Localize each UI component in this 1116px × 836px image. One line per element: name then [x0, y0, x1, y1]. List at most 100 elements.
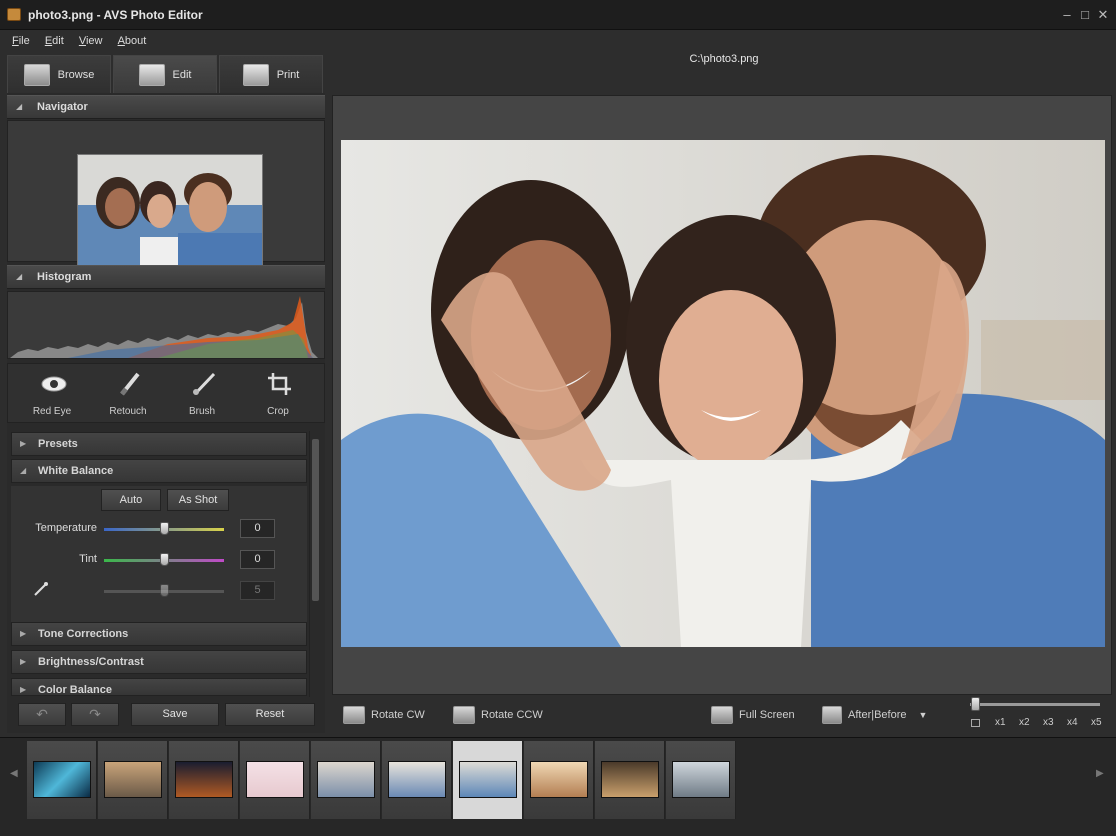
section-presets[interactable]: ▶ Presets: [11, 432, 307, 456]
section-white-balance[interactable]: ◢ White Balance: [11, 459, 307, 483]
menu-edit[interactable]: Edit: [45, 35, 64, 47]
section-color-balance[interactable]: ▶ Color Balance: [11, 678, 307, 696]
tab-browse[interactable]: Browse: [7, 55, 111, 93]
thumbnail-3[interactable]: [169, 741, 239, 819]
thumbnail-image: [104, 761, 162, 798]
picker-slider-handle: [160, 584, 169, 597]
tab-print-label: Print: [276, 68, 300, 81]
expand-triangle-icon: ▶: [20, 439, 27, 448]
rotate-cw-button[interactable]: Rotate CW: [343, 703, 425, 727]
file-path: C:\photo3.png: [689, 53, 759, 65]
minimize-icon[interactable]: –: [1058, 6, 1076, 24]
auto-button[interactable]: Auto: [101, 489, 161, 511]
rotate-ccw-button[interactable]: Rotate CCW: [453, 703, 543, 727]
zoom-x2[interactable]: x2: [1019, 717, 1030, 728]
section-brightness-contrast[interactable]: ▶ Brightness/Contrast: [11, 650, 307, 674]
tool-bar: Red Eye Retouch Brush Crop: [7, 363, 325, 423]
pencil-icon: [138, 63, 165, 86]
collapse-triangle-icon: ◢: [16, 272, 23, 281]
menu-file[interactable]: File: [12, 35, 30, 47]
thumbnail-8[interactable]: [524, 741, 594, 819]
eyedropper-icon[interactable]: [33, 581, 49, 597]
menu-about[interactable]: About: [118, 35, 147, 47]
close-icon[interactable]: ✕: [1094, 6, 1112, 24]
zoom-x5[interactable]: x5: [1091, 717, 1102, 728]
full-screen-button[interactable]: Full Screen: [711, 703, 795, 727]
zoom-x4[interactable]: x4: [1067, 717, 1078, 728]
thumbnail-6[interactable]: [382, 741, 452, 819]
section-tone-corrections[interactable]: ▶ Tone Corrections: [11, 622, 307, 646]
image-viewport[interactable]: [332, 95, 1112, 695]
thumbnail-image: [459, 761, 517, 798]
expand-triangle-icon: ▶: [20, 629, 27, 638]
thumbnail-image: [601, 761, 659, 798]
eye-icon: [41, 376, 67, 392]
filmstrip: ◀ ▶: [0, 737, 1116, 836]
thumbnail-1[interactable]: [27, 741, 97, 819]
window-title: photo3.png - AVS Photo Editor: [28, 8, 203, 22]
thumbnail-5[interactable]: [311, 741, 381, 819]
thumbnail-10[interactable]: [666, 741, 736, 819]
brush-icon: [193, 372, 216, 396]
temperature-value[interactable]: 0: [240, 519, 275, 538]
thumbnail-2[interactable]: [98, 741, 168, 819]
tool-red-eye[interactable]: Red Eye: [16, 364, 88, 422]
rotate-ccw-icon: [453, 706, 475, 724]
expand-triangle-icon: ▶: [20, 685, 27, 694]
redo-icon: ↷: [89, 706, 101, 722]
tint-value[interactable]: 0: [240, 550, 275, 569]
reset-button[interactable]: Reset: [225, 703, 315, 726]
navigator-thumbnail[interactable]: [77, 154, 263, 278]
after-before-button[interactable]: After|Before ▼: [822, 703, 927, 727]
tool-crop[interactable]: Crop: [242, 364, 314, 422]
rotate-cw-icon: [343, 706, 365, 724]
thumbnail-image: [175, 761, 233, 798]
zoom-x1[interactable]: x1: [995, 717, 1006, 728]
maximize-icon[interactable]: □: [1076, 6, 1094, 24]
thumbnail-image: [388, 761, 446, 798]
filmstrip-left-arrow-icon[interactable]: ◀: [10, 768, 18, 779]
left-panel-scrollbar[interactable]: [309, 431, 320, 697]
expand-triangle-icon: ▶: [20, 657, 27, 666]
tab-edit[interactable]: Edit: [113, 55, 217, 93]
histogram-title: Histogram: [37, 271, 92, 283]
title-bar: photo3.png - AVS Photo Editor – □ ✕: [0, 0, 1116, 30]
zoom-slider-handle[interactable]: [971, 697, 980, 711]
zoom-slider[interactable]: [970, 703, 1100, 706]
as-shot-button[interactable]: As Shot: [167, 489, 229, 511]
section-white-balance-label: White Balance: [38, 465, 114, 477]
undo-button[interactable]: ↶: [18, 703, 66, 726]
rotate-ccw-label: Rotate CCW: [481, 709, 543, 721]
tool-retouch[interactable]: Retouch: [92, 364, 164, 422]
save-button[interactable]: Save: [131, 703, 219, 726]
redo-button[interactable]: ↷: [71, 703, 119, 726]
collapse-triangle-icon: ◢: [16, 102, 23, 111]
tint-slider-handle[interactable]: [160, 553, 169, 566]
tool-red-eye-label: Red Eye: [32, 406, 72, 417]
thumbnail-image: [672, 761, 730, 798]
tool-brush-label: Brush: [188, 406, 216, 417]
section-tone-corrections-label: Tone Corrections: [38, 628, 129, 640]
thumbnail-9[interactable]: [595, 741, 665, 819]
full-screen-icon: [711, 706, 733, 724]
main-photo[interactable]: [341, 140, 1105, 647]
thumbnail-7-selected[interactable]: [453, 741, 523, 819]
menu-view[interactable]: View: [79, 35, 103, 47]
temperature-slider-handle[interactable]: [160, 522, 169, 535]
after-before-label: After|Before: [848, 709, 907, 721]
navigator-body: [7, 120, 325, 278]
filmstrip-right-arrow-icon[interactable]: ▶: [1096, 768, 1104, 779]
chevron-down-icon: ▼: [918, 710, 928, 720]
tab-print[interactable]: Print: [219, 55, 323, 93]
app-icon: [7, 8, 21, 21]
undo-icon: ↶: [36, 706, 48, 722]
tool-brush[interactable]: Brush: [166, 364, 238, 422]
thumbnail-4[interactable]: [240, 741, 310, 819]
fit-zoom-icon[interactable]: [971, 719, 980, 727]
histogram-header[interactable]: ◢ Histogram: [7, 265, 325, 289]
navigator-header[interactable]: ◢ Navigator: [7, 95, 325, 119]
scrollbar-thumb[interactable]: [312, 439, 319, 601]
thumbnail-image: [530, 761, 588, 798]
zoom-x3[interactable]: x3: [1043, 717, 1054, 728]
navigator-title: Navigator: [37, 101, 88, 113]
